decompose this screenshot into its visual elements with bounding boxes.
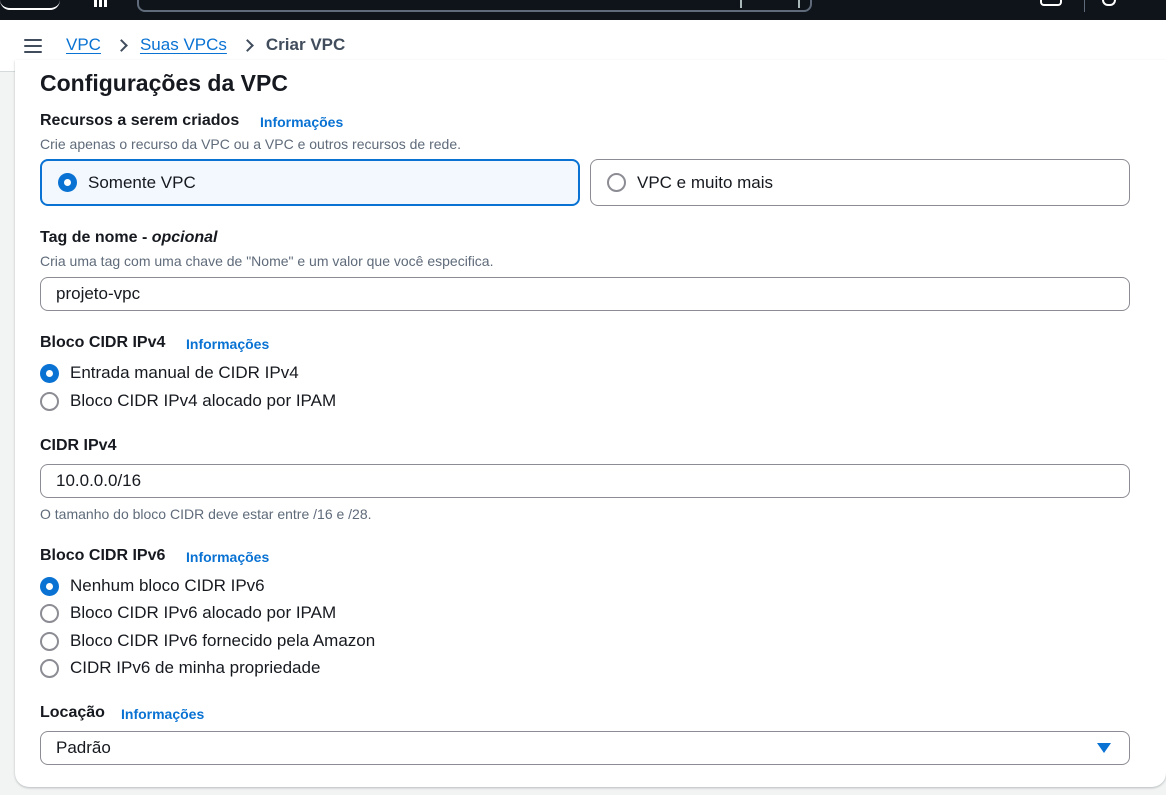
header-divider bbox=[1084, 0, 1085, 12]
aws-logo-icon[interactable] bbox=[0, 0, 60, 10]
section-title: Configurações da VPC bbox=[40, 70, 288, 96]
option-vpc-and-more-label: VPC e muito mais bbox=[637, 172, 774, 192]
option-ipv6-owned-label: CIDR IPv6 de minha propriedade bbox=[70, 658, 321, 677]
ipv6-block-label: Bloco CIDR IPv6 bbox=[40, 547, 166, 564]
tenancy-selected-value: Padrão bbox=[56, 738, 111, 757]
option-ipv4-manual[interactable]: Entrada manual de CIDR IPv4 bbox=[40, 362, 299, 384]
ipv4-cidr-input[interactable]: 10.0.0.0/16 bbox=[40, 464, 1130, 498]
name-tag-description: Cria uma tag com uma chave de "Nome" e u… bbox=[40, 253, 494, 269]
ipv4-cidr-hint: O tamanho do bloco CIDR deve estar entre… bbox=[40, 506, 372, 522]
name-tag-optional: opcional bbox=[151, 229, 218, 246]
resources-label: Recursos a serem criados bbox=[40, 112, 240, 129]
option-ipv4-manual-label: Entrada manual de CIDR IPv4 bbox=[70, 363, 299, 382]
option-ipv6-owned[interactable]: CIDR IPv6 de minha propriedade bbox=[40, 657, 320, 679]
option-ipv6-amazon[interactable]: Bloco CIDR IPv6 fornecido pela Amazon bbox=[40, 630, 375, 652]
top-navigation-bar bbox=[0, 0, 1166, 20]
option-ipv6-amazon-label: Bloco CIDR IPv6 fornecido pela Amazon bbox=[70, 631, 376, 650]
ipv4-block-label: Bloco CIDR IPv4 bbox=[40, 334, 166, 351]
breadcrumb-current: Criar VPC bbox=[265, 35, 346, 54]
ipv6-block-info-link[interactable]: Informações bbox=[186, 549, 269, 565]
ipv4-block-info-link[interactable]: Informações bbox=[186, 336, 269, 352]
option-ipv4-ipam[interactable]: Bloco CIDR IPv4 alocado por IPAM bbox=[40, 390, 336, 412]
radio-unselected-icon bbox=[40, 631, 59, 651]
option-vpc-and-more-tile[interactable]: VPC e muito mais bbox=[590, 159, 1130, 206]
radio-unselected-icon bbox=[40, 603, 59, 623]
radio-unselected-icon bbox=[40, 658, 59, 678]
name-tag-label-text: Tag de nome - bbox=[40, 229, 152, 246]
option-ipv6-none[interactable]: Nenhum bloco CIDR IPv6 bbox=[40, 575, 265, 597]
search-input[interactable] bbox=[137, 0, 812, 12]
option-vpc-only-label: Somente VPC bbox=[88, 172, 196, 192]
services-menu-icon[interactable] bbox=[94, 0, 108, 8]
tenancy-label: Locação bbox=[40, 704, 105, 721]
breadcrumb: VPC Suas VPCs Criar VPC bbox=[66, 35, 345, 55]
tenancy-select[interactable]: Padrão bbox=[40, 731, 1130, 765]
option-vpc-only-tile[interactable]: Somente VPC bbox=[40, 159, 580, 206]
chevron-right-icon bbox=[115, 38, 128, 52]
radio-unselected-icon bbox=[40, 391, 59, 411]
breadcrumb-your-vpcs-link[interactable]: Suas VPCs bbox=[140, 35, 227, 55]
option-ipv6-ipam-label: Bloco CIDR IPv6 alocado por IPAM bbox=[70, 603, 337, 622]
resources-info-link[interactable]: Informações bbox=[260, 114, 343, 130]
name-tag-input[interactable]: projeto-vpc bbox=[40, 277, 1130, 311]
radio-unselected-icon bbox=[607, 173, 626, 192]
menu-icon[interactable] bbox=[24, 39, 42, 53]
radio-selected-icon bbox=[40, 576, 59, 596]
chevron-right-icon bbox=[241, 38, 254, 52]
option-ipv6-ipam[interactable]: Bloco CIDR IPv6 alocado por IPAM bbox=[40, 602, 336, 624]
keyboard-shortcut-icon bbox=[740, 0, 800, 8]
radio-selected-icon bbox=[58, 173, 77, 192]
option-ipv4-ipam-label: Bloco CIDR IPv4 alocado por IPAM bbox=[70, 391, 337, 410]
breadcrumb-vpc-link[interactable]: VPC bbox=[66, 35, 101, 55]
radio-selected-icon bbox=[40, 363, 59, 383]
option-ipv6-none-label: Nenhum bloco CIDR IPv6 bbox=[70, 576, 265, 595]
ipv4-cidr-label: CIDR IPv4 bbox=[40, 437, 117, 454]
tenancy-info-link[interactable]: Informações bbox=[121, 706, 204, 722]
caret-down-icon bbox=[1097, 743, 1111, 753]
cloudshell-icon[interactable] bbox=[1040, 0, 1062, 6]
resources-description: Crie apenas o recurso da VPC ou a VPC e … bbox=[40, 136, 461, 152]
settings-icon[interactable] bbox=[1102, 0, 1116, 6]
name-tag-label: Tag de nome - opcional bbox=[40, 229, 218, 247]
